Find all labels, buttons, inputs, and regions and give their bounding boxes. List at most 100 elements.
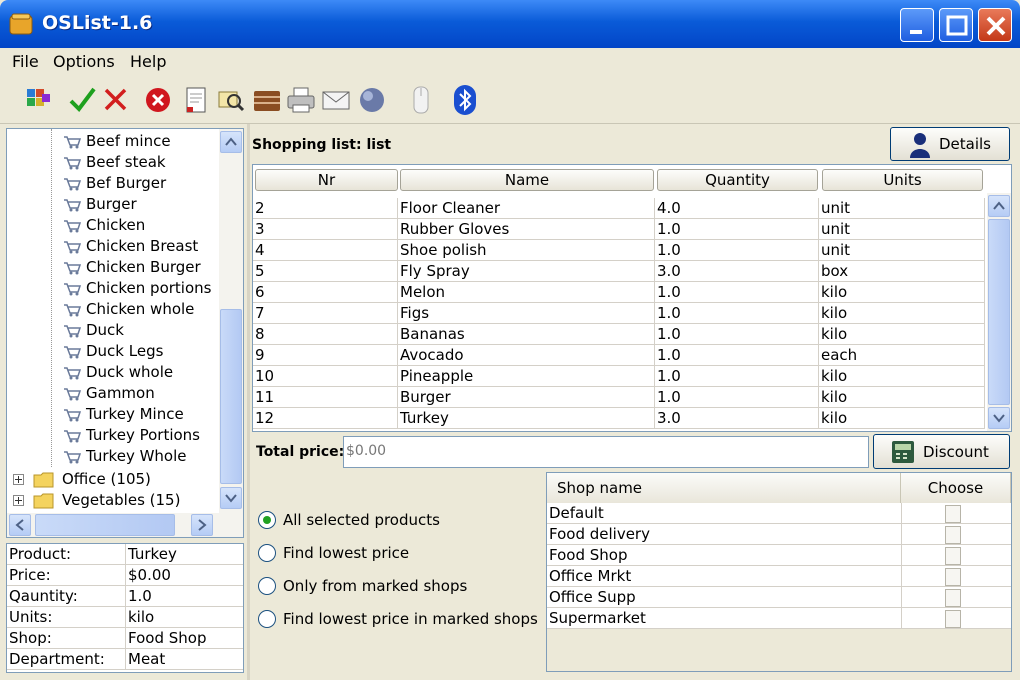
column-header-units[interactable]: Units	[822, 169, 983, 191]
expand-icon[interactable]	[13, 474, 24, 485]
table-row[interactable]: 3 Rubber Gloves 1.0 unit	[253, 219, 985, 240]
calculator-icon	[892, 441, 914, 463]
scroll-left-button[interactable]	[9, 514, 31, 536]
cart-icon	[64, 430, 81, 443]
table-vertical-scrollbar[interactable]	[987, 193, 1011, 431]
bluetooth-button[interactable]	[448, 83, 482, 117]
category-tree: Beef mince Beef steak Bef Burger Burger …	[6, 128, 244, 538]
details-button[interactable]: Details	[890, 127, 1010, 161]
table-row[interactable]: 2 Floor Cleaner 4.0 unit	[253, 198, 985, 219]
print-icon	[287, 87, 315, 113]
table-row[interactable]: 8 Bananas 1.0 kilo	[253, 324, 985, 345]
mobile-button[interactable]	[404, 83, 438, 117]
accept-button[interactable]	[66, 83, 100, 117]
find-button[interactable]	[214, 83, 248, 117]
shops-table: Shop name Choose Default Food delivery F…	[546, 472, 1012, 672]
discount-button[interactable]: Discount	[873, 434, 1010, 469]
tree-horizontal-scrollbar[interactable]	[7, 513, 243, 537]
mobile-icon	[413, 86, 429, 114]
shops-button[interactable]	[250, 83, 284, 117]
folder-icon	[33, 472, 54, 488]
total-price-field[interactable]: $0.00	[343, 436, 869, 468]
column-header-quantity[interactable]: Quantity	[657, 169, 818, 191]
tree-vertical-scrollbar[interactable]	[219, 129, 243, 515]
shop-row[interactable]: Food delivery	[547, 524, 1011, 545]
chevron-left-icon	[15, 519, 24, 531]
shop-row[interactable]: Office Mrkt	[547, 566, 1011, 587]
folder-icon	[33, 493, 54, 509]
column-header-name[interactable]: Name	[400, 169, 654, 191]
menu-help[interactable]: Help	[130, 52, 166, 71]
shop-checkbox[interactable]	[945, 547, 961, 565]
scroll-thumb[interactable]	[220, 309, 242, 484]
table-row[interactable]: 5 Fly Spray 3.0 box	[253, 261, 985, 282]
shop-checkbox[interactable]	[945, 568, 961, 586]
column-header-choose[interactable]: Choose	[901, 473, 1011, 503]
minimize-button[interactable]	[900, 8, 934, 42]
scroll-up-button[interactable]	[988, 195, 1010, 217]
delete-icon	[146, 88, 170, 112]
property-row: Qauntity: 1.0	[7, 586, 243, 607]
total-price-label: Total price:	[256, 444, 345, 460]
menu-file[interactable]: File	[12, 52, 39, 71]
mail-button[interactable]	[319, 83, 353, 117]
web-button[interactable]	[355, 83, 389, 117]
shop-row[interactable]: Office Supp	[547, 587, 1011, 608]
scroll-right-button[interactable]	[191, 514, 213, 536]
product-properties: Product: Turkey Price: $0.00 Qauntity: 1…	[6, 543, 244, 673]
cart-icon	[64, 409, 81, 422]
expand-icon[interactable]	[13, 495, 24, 506]
shop-row[interactable]: Food Shop	[547, 545, 1011, 566]
window-title: OSList-1.6	[42, 12, 153, 34]
categories-button[interactable]	[22, 83, 56, 117]
x-icon	[104, 88, 127, 111]
table-row[interactable]: 12 Turkey 3.0 kilo	[253, 408, 985, 429]
shop-checkbox[interactable]	[945, 610, 961, 628]
cart-icon	[64, 262, 81, 275]
shop-checkbox[interactable]	[945, 505, 961, 523]
column-header-shop-name[interactable]: Shop name	[547, 473, 901, 503]
reject-button[interactable]	[99, 83, 133, 117]
shopping-list-title: Shopping list: list	[252, 137, 392, 153]
chevron-up-icon	[993, 201, 1005, 210]
cart-icon	[64, 178, 81, 191]
scroll-thumb[interactable]	[35, 514, 175, 536]
table-row[interactable]: 7 Figs 1.0 kilo	[253, 303, 985, 324]
table-row[interactable]: 4 Shoe polish 1.0 unit	[253, 240, 985, 261]
chevron-down-icon	[993, 414, 1005, 423]
menu-options[interactable]: Options	[53, 52, 115, 71]
print-button[interactable]	[284, 83, 318, 117]
chevron-down-icon	[225, 494, 237, 503]
shop-checkbox[interactable]	[945, 589, 961, 607]
close-button[interactable]	[978, 8, 1012, 42]
cart-icon	[64, 346, 81, 359]
scroll-down-button[interactable]	[988, 407, 1010, 429]
column-header-nr[interactable]: Nr	[255, 169, 398, 191]
cart-icon	[64, 325, 81, 338]
shop-row[interactable]: Supermarket	[547, 608, 1011, 629]
scroll-down-button[interactable]	[220, 487, 242, 509]
table-row[interactable]: 10 Pineapple 1.0 kilo	[253, 366, 985, 387]
cart-icon	[64, 367, 81, 380]
scroll-thumb[interactable]	[988, 219, 1010, 405]
cart-icon	[64, 241, 81, 254]
property-row: Price: $0.00	[7, 565, 243, 586]
shop-row[interactable]: Default	[547, 503, 1011, 524]
split-divider[interactable]	[247, 124, 250, 680]
edit-list-button[interactable]	[179, 83, 213, 117]
person-icon	[910, 133, 930, 158]
delete-button[interactable]	[141, 83, 175, 117]
cart-icon	[64, 451, 81, 464]
maximize-icon	[946, 15, 968, 36]
table-row[interactable]: 6 Melon 1.0 kilo	[253, 282, 985, 303]
property-row: Department: Meat	[7, 649, 243, 670]
chevron-up-icon	[225, 137, 237, 146]
table-row[interactable]: 9 Avocado 1.0 each	[253, 345, 985, 366]
shop-checkbox[interactable]	[945, 526, 961, 544]
scroll-up-button[interactable]	[220, 131, 242, 153]
cart-icon	[64, 199, 81, 212]
maximize-button[interactable]	[939, 8, 973, 42]
table-row[interactable]: 11 Burger 1.0 kilo	[253, 387, 985, 408]
bluetooth-icon	[454, 85, 476, 115]
property-row: Product: Turkey	[7, 544, 243, 565]
